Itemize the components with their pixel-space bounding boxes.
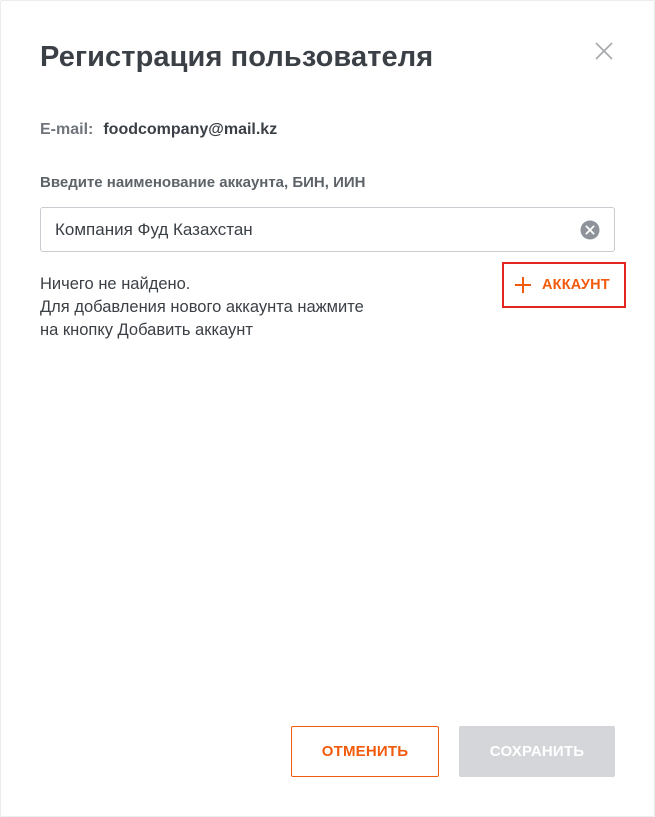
- account-search-field: [40, 207, 615, 252]
- no-results-line: Для добавления нового аккаунта нажмите: [40, 298, 364, 316]
- email-label: E-mail:: [40, 121, 94, 138]
- close-icon[interactable]: [591, 38, 617, 64]
- account-search-label: Введите наименование аккаунта, БИН, ИИН: [40, 174, 366, 191]
- no-results-line: на кнопку Добавить аккаунт: [40, 321, 253, 339]
- dialog-title: Регистрация пользователя: [40, 41, 434, 73]
- plus-icon: [513, 275, 533, 295]
- cancel-button[interactable]: ОТМЕНИТЬ: [291, 726, 439, 777]
- email-value: foodcompany@mail.kz: [103, 121, 278, 138]
- account-search-input[interactable]: [41, 208, 575, 251]
- no-results-message: Ничего не найдено. Для добавления нового…: [40, 273, 364, 342]
- user-registration-dialog: Регистрация пользователя E-mail: foodcom…: [0, 0, 655, 817]
- no-results-line: Ничего не найдено.: [40, 275, 191, 293]
- add-account-button[interactable]: АККАУНТ: [502, 262, 626, 308]
- add-account-label: АККАУНТ: [542, 277, 610, 293]
- save-button[interactable]: СОХРАНИТЬ: [459, 726, 615, 777]
- clear-input-icon[interactable]: [580, 220, 600, 240]
- email-row: E-mail: foodcompany@mail.kz: [40, 121, 277, 139]
